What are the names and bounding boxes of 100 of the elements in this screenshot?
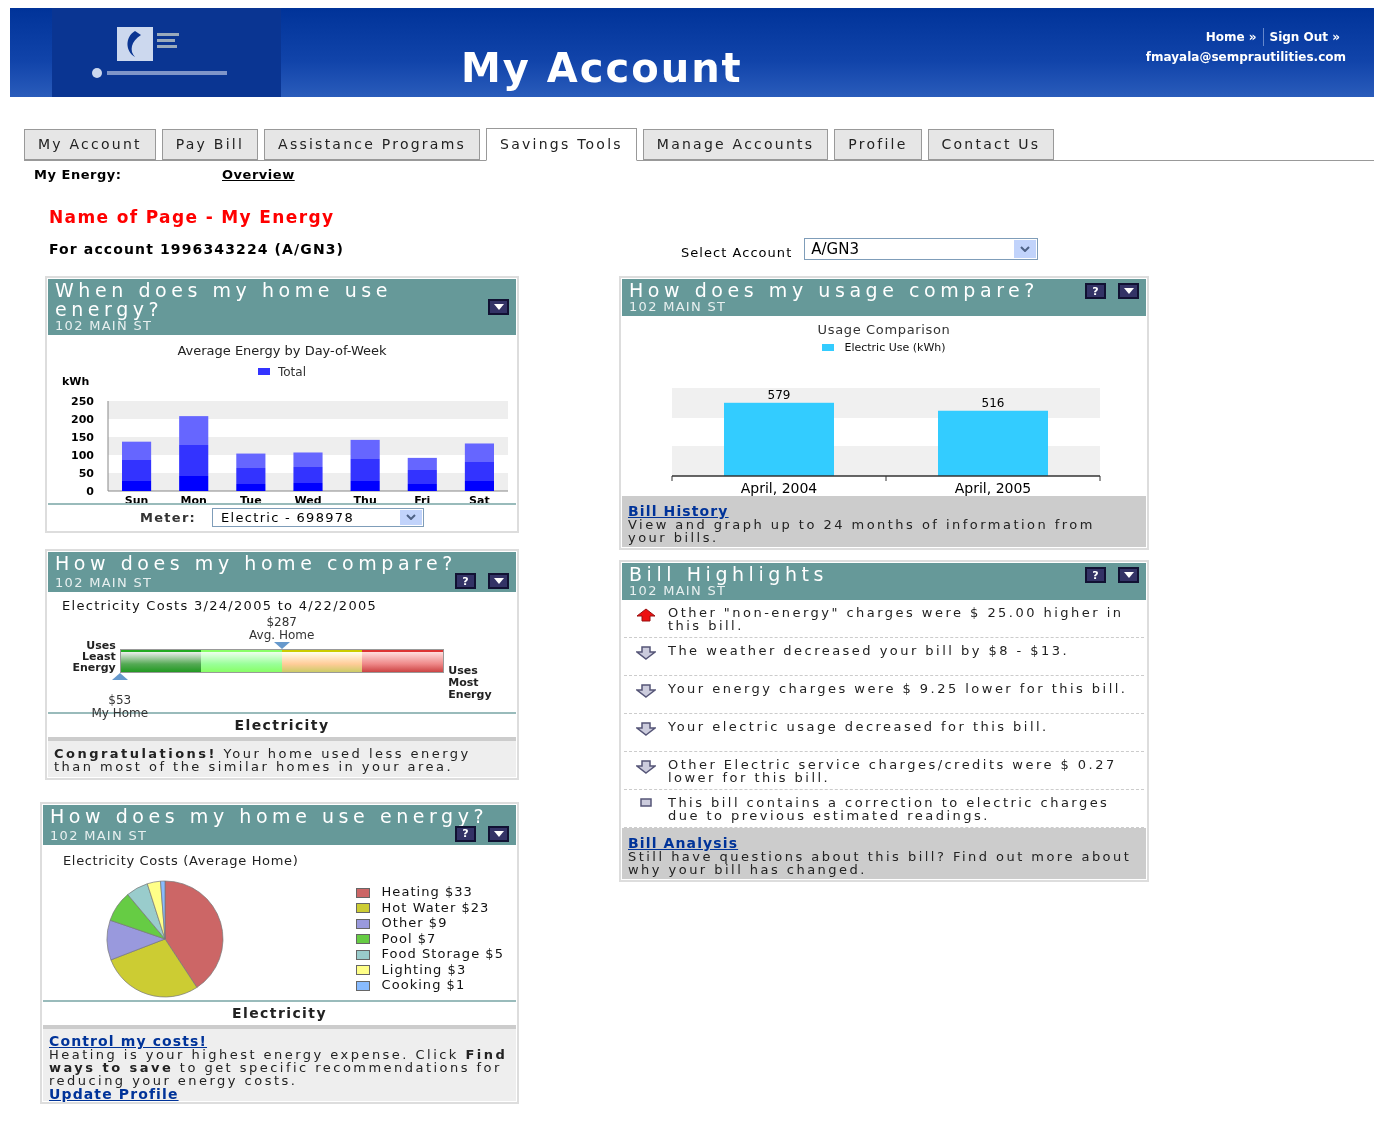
marker-value: $53 <box>108 693 132 707</box>
legend-label: Heating $33 <box>381 885 473 900</box>
bill-analysis-link[interactable]: Bill Analysis <box>628 836 739 850</box>
arrow-down-icon <box>636 722 656 736</box>
panel-title: When does my home use energy? <box>55 281 393 319</box>
legend-swatch <box>355 887 370 898</box>
meter-label: Meter: <box>139 508 197 527</box>
panel-address: 102 MAIN ST <box>629 300 727 314</box>
bill-highlight-text: Your energy charges were $ 9.25 lower for this bill. <box>668 682 1129 695</box>
data-label: 516 <box>981 395 1005 410</box>
legend-label: Total <box>278 363 306 381</box>
account-line: For account 1996343224 (A/GN3) <box>49 240 346 259</box>
legend-swatch <box>355 918 370 929</box>
nav-tab[interactable]: Savings Tools <box>486 128 637 161</box>
header-link[interactable]: Sign Out » <box>1262 28 1346 46</box>
collapse-button[interactable] <box>1118 283 1139 299</box>
marker-value: $287 <box>266 615 297 629</box>
collapse-button[interactable] <box>488 825 509 842</box>
nav-tab[interactable]: Contact Us <box>927 129 1055 160</box>
arrow-down-icon <box>636 760 656 774</box>
legend-swatch <box>355 903 370 913</box>
marker-icon <box>111 672 128 680</box>
account-dropdown[interactable]: A/GN3 <box>804 238 1039 260</box>
nav-tab[interactable]: Manage Accounts <box>642 129 829 160</box>
nav-tab[interactable]: Assistance Programs <box>264 129 481 160</box>
panel-address: 102 MAIN ST <box>55 576 153 590</box>
triangle-down-icon <box>493 830 504 837</box>
arrow-down-icon <box>636 684 656 698</box>
panel-address: 102 MAIN ST <box>50 828 148 843</box>
arrow-down-icon <box>636 646 656 660</box>
bill-highlight-text: This bill contains a correction to electric charges due to previous estimated readings. <box>668 796 1111 822</box>
legend-label: Hot Water $23 <box>381 900 490 916</box>
chart-title: Electricity Costs (Average Home) <box>63 851 300 870</box>
triangle-down-icon <box>1123 572 1134 578</box>
legend-swatch <box>355 980 370 991</box>
panel-title: How does my home compare? <box>55 554 458 573</box>
gauge-left-label: Uses Least Energy <box>71 639 116 673</box>
chevron-down-icon <box>406 514 417 521</box>
y-tick-label: 100 <box>71 448 94 462</box>
legend-label: Electric Use (kWh) <box>844 339 946 356</box>
legend-swatch <box>355 949 370 960</box>
page-title: Name of Page - My Energy <box>49 205 336 229</box>
gauge-title: Electricity Costs 3/24/2005 to 4/22/2005 <box>62 597 379 615</box>
user-email: fmayala@semprautilities.com <box>1145 49 1346 66</box>
bar <box>407 457 437 491</box>
nav-tab[interactable]: My Account <box>24 129 156 160</box>
collapse-button[interactable] <box>488 299 509 315</box>
legend-label: Other $9 <box>381 916 448 931</box>
chart-title: Average Energy by Day-of-Week <box>177 342 387 360</box>
help-button[interactable]: ? <box>455 573 476 589</box>
legend-label: Lighting $3 <box>381 962 467 978</box>
overview-link[interactable]: Overview <box>222 165 295 185</box>
bill-history-text: View and graph up to 24 months of information from your bills. <box>628 518 1096 544</box>
y-axis-label: kWh <box>62 374 90 388</box>
select-account-label: Select Account <box>681 243 793 262</box>
triangle-down-icon <box>1123 288 1134 294</box>
meter-dropdown[interactable]: Electric - 698978 <box>212 507 425 527</box>
panel-title: How does my home use energy? <box>50 806 490 826</box>
bill-highlight-text: The weather decreased your bill by $8 - $13. <box>668 644 1071 657</box>
chart-title: Usage Comparison <box>817 321 951 339</box>
marker-label: Avg. Home <box>249 628 315 642</box>
bar <box>122 441 152 491</box>
savings-text: Heating is your highest energy expense. Click Find ways to save to get specific recommendations for reducing your energy costs. <box>49 1048 509 1087</box>
bar <box>350 439 380 491</box>
control-costs-link[interactable]: Control my costs! <box>49 1034 208 1048</box>
y-tick-label: 50 <box>78 466 94 480</box>
bar <box>464 443 494 491</box>
y-tick-label: 200 <box>71 412 94 426</box>
bar <box>236 453 266 491</box>
y-tick-label: 250 <box>71 394 94 408</box>
bill-history-link[interactable]: Bill History <box>628 504 729 518</box>
y-tick-label: 150 <box>71 430 94 444</box>
header-link[interactable]: Home » <box>1199 28 1263 46</box>
legend-swatch <box>258 368 270 375</box>
gauge-right-label: Uses Most Energy <box>448 664 493 701</box>
y-tick-label: 0 <box>86 484 94 498</box>
triangle-down-icon <box>493 578 504 584</box>
help-button[interactable]: ? <box>1085 283 1106 299</box>
bar <box>293 452 323 491</box>
bill-highlight-text: Your electric usage decreased for this bill. <box>668 720 1050 733</box>
bill-highlight-text: Other "non-energy" charges were $ 25.00 higher in this bill. <box>668 606 1125 632</box>
panel-title: Bill Highlights <box>629 565 829 584</box>
legend-label: Food Storage $5 <box>381 947 504 962</box>
collapse-button[interactable] <box>1118 567 1139 583</box>
update-profile-link[interactable]: Update Profile <box>49 1087 179 1101</box>
section-label: Electricity <box>232 1004 327 1023</box>
help-button[interactable]: ? <box>455 825 476 842</box>
bill-analysis-text: Still have questions about this bill? Find out more about why your bill has changed. <box>628 850 1133 876</box>
congratulations-message: Congratulations! Your home used less energy than most of the similar homes in your area. <box>54 746 472 773</box>
nav-tab[interactable]: Profile <box>834 129 922 160</box>
legend-label: Cooking $1 <box>381 978 466 993</box>
legend-label: Pool $7 <box>381 931 437 947</box>
legend-swatch <box>355 965 370 975</box>
triangle-down-icon <box>493 304 504 310</box>
note-icon <box>640 798 652 807</box>
help-button[interactable]: ? <box>1085 567 1106 583</box>
panel-title: How does my usage compare? <box>629 281 1040 300</box>
nav-tab[interactable]: Pay Bill <box>161 129 259 160</box>
collapse-button[interactable] <box>488 573 509 589</box>
chevron-down-icon <box>1020 246 1031 252</box>
